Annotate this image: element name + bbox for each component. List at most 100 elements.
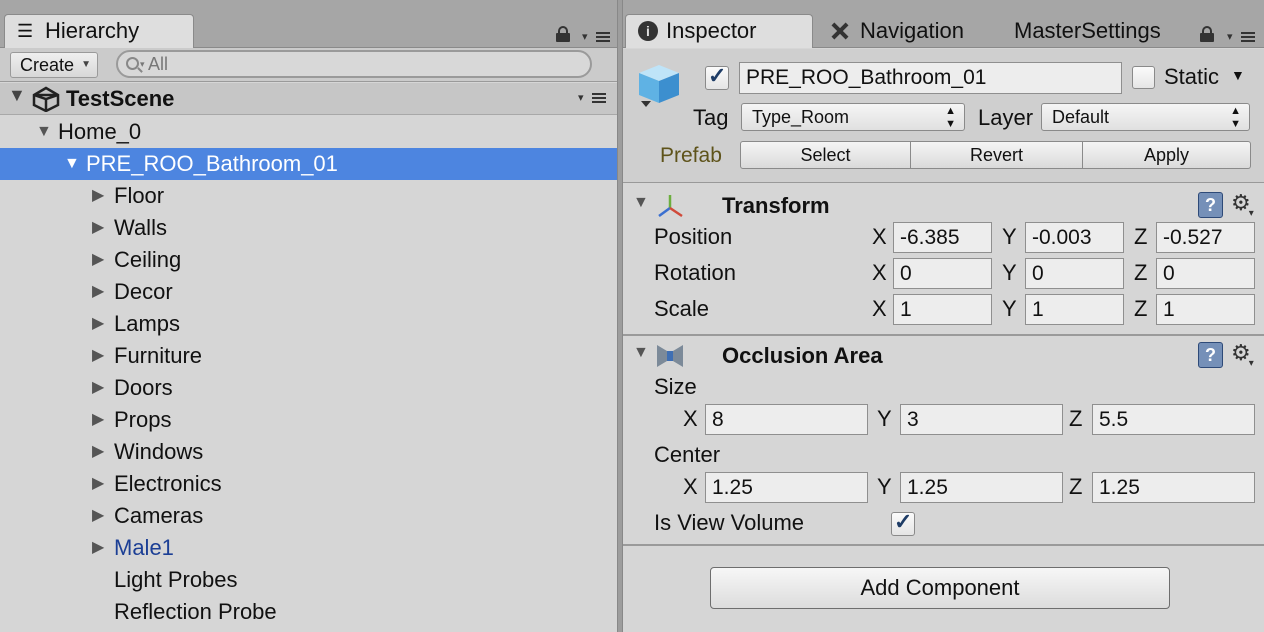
tree-item[interactable]: Reflection Probe <box>0 596 617 628</box>
center-x-axis-label[interactable]: X <box>683 472 698 502</box>
center-z-axis-label[interactable]: Z <box>1069 472 1082 502</box>
tree-item[interactable]: ▶ Doors <box>0 372 617 404</box>
help-book-icon[interactable]: ? <box>1198 192 1223 218</box>
center-y-field[interactable]: 1.25 <box>900 472 1063 503</box>
foldout-arrow-icon[interactable]: ▼ <box>633 194 649 212</box>
layer-label: Layer <box>978 105 1034 130</box>
lock-icon[interactable] <box>1199 26 1215 42</box>
foldout-collapsed-icon[interactable]: ▶ <box>92 340 104 372</box>
size-x-field[interactable]: 8 <box>705 404 868 435</box>
create-button-label: Create <box>20 55 75 75</box>
tree-item-selected[interactable]: ▼ PRE_ROO_Bathroom_01 <box>0 148 617 180</box>
tab-navigation[interactable]: Navigation <box>830 14 964 48</box>
tag-dropdown[interactable]: Type_Room ▲ ▼ <box>741 103 965 131</box>
add-component-button[interactable]: Add Component <box>710 567 1170 609</box>
position-y-field[interactable]: -0.003 <box>1025 222 1124 253</box>
rotation-z-axis-label[interactable]: Z <box>1134 258 1147 288</box>
size-z-field[interactable]: 5.5 <box>1092 404 1255 435</box>
tree-item[interactable]: ▶ Props <box>0 404 617 436</box>
size-y-axis-label[interactable]: Y <box>877 404 892 434</box>
view-volume-checkbox[interactable]: ✓ <box>891 509 915 536</box>
scene-menu-icon[interactable]: ▾ <box>578 91 606 105</box>
center-y-axis-label[interactable]: Y <box>877 472 892 502</box>
layer-dropdown[interactable]: Default ▲ ▼ <box>1041 103 1250 131</box>
scale-x-axis-label[interactable]: X <box>872 294 887 324</box>
tree-item[interactable]: ▶ Furniture <box>0 340 617 372</box>
panel-menu-icon[interactable]: ▾ <box>1227 30 1255 44</box>
foldout-collapsed-icon[interactable]: ▶ <box>92 180 104 212</box>
tree-item[interactable]: ▶ Ceiling <box>0 244 617 276</box>
tab-inspector[interactable]: i Inspector <box>625 14 813 48</box>
prefab-apply-button[interactable]: Apply <box>1083 141 1251 169</box>
prefab-select-button[interactable]: Select <box>740 141 911 169</box>
position-z-axis-label[interactable]: Z <box>1134 222 1147 252</box>
scale-z-axis-label[interactable]: Z <box>1134 294 1147 324</box>
prefab-revert-button[interactable]: Revert <box>911 141 1083 169</box>
position-label: Position <box>654 224 733 249</box>
active-checkbox[interactable]: ✓ <box>705 63 729 90</box>
tab-mastersettings[interactable]: MasterSettings <box>1014 14 1161 48</box>
foldout-collapsed-icon[interactable]: ▶ <box>92 532 104 564</box>
size-x-axis-label[interactable]: X <box>683 404 698 434</box>
tree-item-label: Furniture <box>114 343 203 368</box>
foldout-collapsed-icon[interactable]: ▶ <box>92 468 104 500</box>
rotation-x-field[interactable]: 0 <box>893 258 992 289</box>
rotation-y-field[interactable]: 0 <box>1025 258 1124 289</box>
position-x-axis-label[interactable]: X <box>872 222 887 252</box>
foldout-collapsed-icon[interactable]: ▶ <box>92 308 104 340</box>
foldout-expanded-icon[interactable]: ▼ <box>36 116 52 148</box>
tree-item[interactable]: ▶ Cameras <box>0 500 617 532</box>
tab-navigation-label: Navigation <box>860 18 964 43</box>
transform-header[interactable]: ▼ Transform ? ⚙▾ <box>623 186 1264 226</box>
size-z-axis-label[interactable]: Z <box>1069 404 1082 434</box>
static-dropdown-icon[interactable]: ▼ <box>1231 67 1245 83</box>
tab-hierarchy-label: Hierarchy <box>45 18 140 43</box>
tree-item[interactable]: Light Probes <box>0 564 617 596</box>
tree-item[interactable]: ▶ Electronics <box>0 468 617 500</box>
tree-item-label: Male1 <box>114 535 174 560</box>
foldout-collapsed-icon[interactable]: ▶ <box>92 404 104 436</box>
static-checkbox[interactable] <box>1132 66 1155 89</box>
tree-item-label: Light Probes <box>114 567 238 592</box>
foldout-collapsed-icon[interactable]: ▶ <box>92 276 104 308</box>
position-y-axis-label[interactable]: Y <box>1002 222 1017 252</box>
rotation-x-axis-label[interactable]: X <box>872 258 887 288</box>
tab-hierarchy[interactable]: ☰ Hierarchy <box>4 14 194 48</box>
help-book-icon[interactable]: ? <box>1198 342 1223 368</box>
create-button[interactable]: Create ▼ <box>10 52 98 78</box>
scene-row[interactable]: ▼ TestScene ▾ <box>0 83 617 115</box>
tree-item[interactable]: ▼ Home_0 <box>0 116 617 148</box>
panel-menu-icon[interactable]: ▾ <box>582 30 610 44</box>
size-y-field[interactable]: 3 <box>900 404 1063 435</box>
foldout-expanded-icon[interactable]: ▼ <box>64 148 80 180</box>
foldout-collapsed-icon[interactable]: ▶ <box>92 436 104 468</box>
foldout-collapsed-icon[interactable]: ▶ <box>92 500 104 532</box>
tree-item[interactable]: ▶ Male1 <box>0 532 617 564</box>
foldout-arrow-icon[interactable]: ▼ <box>633 344 649 362</box>
center-z-field[interactable]: 1.25 <box>1092 472 1255 503</box>
foldout-collapsed-icon[interactable]: ▶ <box>92 244 104 276</box>
inspector-panel: i Inspector Navigation MasterSettings ▾ ✓… <box>623 0 1264 632</box>
scale-y-field[interactable]: 1 <box>1025 294 1124 325</box>
gear-icon[interactable]: ⚙▾ <box>1231 340 1254 377</box>
tree-item[interactable]: ▶ Windows <box>0 436 617 468</box>
occlusion-area-header[interactable]: ▼ Occlusion Area ? ⚙▾ <box>623 336 1264 376</box>
scale-z-field[interactable]: 1 <box>1156 294 1255 325</box>
tree-item[interactable]: ▶ Lamps <box>0 308 617 340</box>
foldout-collapsed-icon[interactable]: ▶ <box>92 372 104 404</box>
tree-item[interactable]: ▶ Floor <box>0 180 617 212</box>
center-x-field[interactable]: 1.25 <box>705 472 868 503</box>
foldout-collapsed-icon[interactable]: ▶ <box>92 212 104 244</box>
tree-item[interactable]: ▶ Walls <box>0 212 617 244</box>
object-name-field[interactable]: PRE_ROO_Bathroom_01 <box>739 62 1122 94</box>
rotation-z-field[interactable]: 0 <box>1156 258 1255 289</box>
foldout-arrow-icon[interactable]: ▼ <box>8 85 26 106</box>
scale-x-field[interactable]: 1 <box>893 294 992 325</box>
tree-item[interactable]: ▶ Decor <box>0 276 617 308</box>
search-input[interactable]: ▾ All <box>116 50 592 78</box>
lock-icon[interactable] <box>555 26 571 42</box>
position-x-field[interactable]: -6.385 <box>893 222 992 253</box>
rotation-y-axis-label[interactable]: Y <box>1002 258 1017 288</box>
position-z-field[interactable]: -0.527 <box>1156 222 1255 253</box>
scale-y-axis-label[interactable]: Y <box>1002 294 1017 324</box>
